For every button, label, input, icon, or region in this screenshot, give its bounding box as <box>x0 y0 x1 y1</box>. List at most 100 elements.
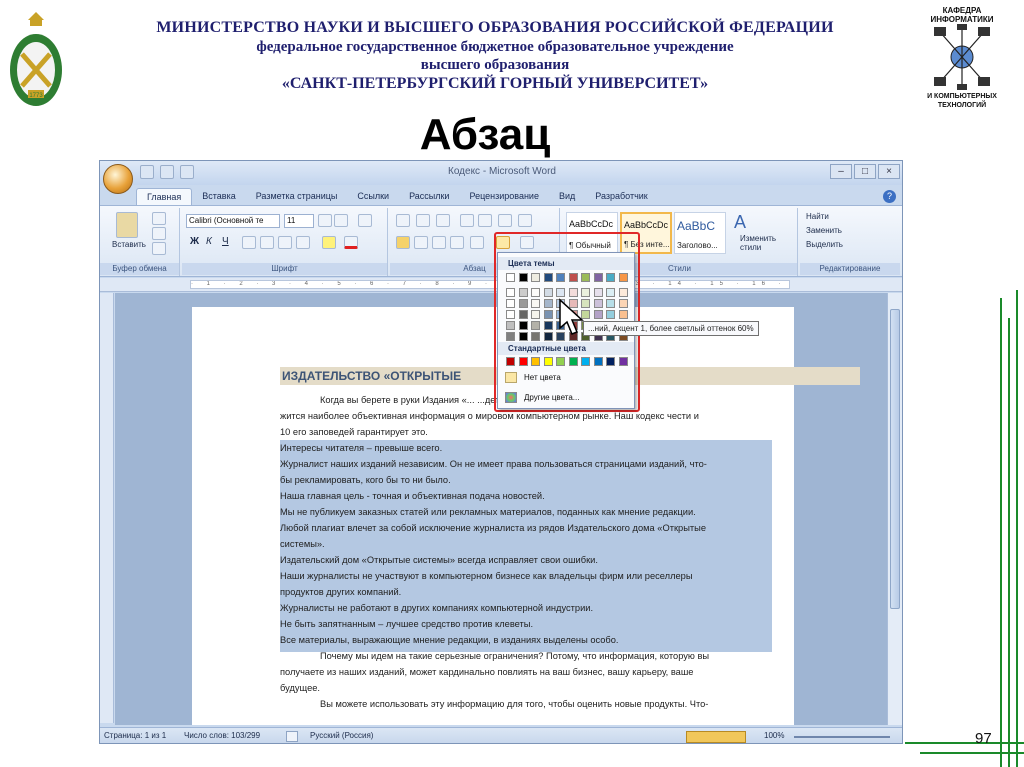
change-styles-button[interactable]: Изменить стили <box>740 234 792 252</box>
tab-insert[interactable]: Вставка <box>192 188 245 205</box>
theme-color-swatch[interactable] <box>618 273 628 282</box>
subscript-icon[interactable] <box>260 236 274 249</box>
clear-format-icon[interactable] <box>358 214 372 227</box>
theme-color-swatch[interactable] <box>618 288 628 297</box>
zoom-slider[interactable] <box>794 736 890 738</box>
font-color-icon[interactable] <box>344 236 358 249</box>
theme-color-swatch[interactable] <box>506 310 515 319</box>
no-color-item[interactable]: Нет цвета <box>502 369 630 386</box>
save-icon[interactable] <box>140 165 154 179</box>
theme-color-swatch[interactable] <box>543 310 553 319</box>
minimize-button[interactable]: – <box>830 164 852 179</box>
standard-color-swatch[interactable] <box>593 357 603 366</box>
theme-color-swatch[interactable] <box>518 310 528 319</box>
paste-icon[interactable] <box>116 212 138 238</box>
close-button[interactable]: × <box>878 164 900 179</box>
theme-color-swatch[interactable] <box>518 288 528 297</box>
theme-color-swatch[interactable] <box>506 332 515 341</box>
theme-color-swatch[interactable] <box>568 273 578 282</box>
theme-color-swatch[interactable] <box>606 273 615 282</box>
theme-color-swatch[interactable] <box>568 288 578 297</box>
theme-color-swatch[interactable] <box>531 321 540 330</box>
theme-color-swatch[interactable] <box>506 299 515 308</box>
standard-color-swatch[interactable] <box>531 357 540 366</box>
word-count[interactable]: Число слов: 103/299 <box>184 731 260 740</box>
strikethrough-icon[interactable] <box>242 236 256 249</box>
theme-color-swatch[interactable] <box>543 332 553 341</box>
office-button[interactable] <box>103 164 133 194</box>
maximize-button[interactable]: □ <box>854 164 876 179</box>
tab-page-layout[interactable]: Разметка страницы <box>246 188 348 205</box>
theme-color-swatch[interactable] <box>531 299 540 308</box>
line-spacing-icon[interactable] <box>470 236 484 249</box>
multilevel-list-icon[interactable] <box>436 214 450 227</box>
vertical-scrollbar[interactable] <box>887 293 902 725</box>
theme-color-swatch[interactable] <box>531 332 540 341</box>
theme-color-swatch[interactable] <box>506 321 515 330</box>
replace-button[interactable]: Заменить <box>806 226 842 235</box>
standard-color-swatch[interactable] <box>543 357 553 366</box>
tab-view[interactable]: Вид <box>549 188 585 205</box>
align-left-icon[interactable] <box>396 236 410 249</box>
grow-font-icon[interactable] <box>318 214 332 227</box>
format-painter-icon[interactable] <box>152 242 166 255</box>
italic-button[interactable]: К <box>206 236 212 247</box>
theme-color-swatch[interactable] <box>606 288 615 297</box>
sort-icon[interactable] <box>498 214 512 227</box>
tab-references[interactable]: Ссылки <box>347 188 399 205</box>
paste-button[interactable]: Вставить <box>112 240 146 249</box>
theme-color-swatch[interactable] <box>593 288 603 297</box>
justify-icon[interactable] <box>450 236 464 249</box>
view-buttons[interactable] <box>686 731 746 743</box>
theme-color-swatch[interactable] <box>506 273 515 282</box>
standard-color-swatch[interactable] <box>568 357 578 366</box>
theme-color-swatch[interactable] <box>518 273 528 282</box>
font-name-select[interactable]: Calibri (Основной те <box>186 214 280 228</box>
theme-color-swatch[interactable] <box>531 310 540 319</box>
standard-color-swatch[interactable] <box>518 357 528 366</box>
font-size-select[interactable]: 11 <box>284 214 314 228</box>
theme-color-swatch[interactable] <box>506 288 515 297</box>
standard-color-swatch[interactable] <box>556 357 565 366</box>
document-page[interactable]: ИЗДАТЕЛЬСТВО «ОТКРЫТЫЕ Когда вы берете в… <box>192 307 860 725</box>
scrollbar-thumb[interactable] <box>890 309 900 609</box>
change-case-icon[interactable] <box>296 236 310 249</box>
standard-color-swatch[interactable] <box>506 357 515 366</box>
language-status[interactable]: Русский (Россия) <box>310 731 373 740</box>
standard-color-swatch[interactable] <box>618 357 628 366</box>
theme-color-swatch[interactable] <box>531 288 540 297</box>
undo-icon[interactable] <box>160 165 174 179</box>
cut-icon[interactable] <box>152 212 166 225</box>
theme-color-swatch[interactable] <box>593 273 603 282</box>
spelling-icon[interactable] <box>286 731 298 742</box>
shrink-font-icon[interactable] <box>334 214 348 227</box>
theme-color-swatch[interactable] <box>618 310 628 319</box>
theme-color-swatch[interactable] <box>556 273 565 282</box>
select-button[interactable]: Выделить <box>806 240 843 249</box>
tab-mailings[interactable]: Рассылки <box>399 188 459 205</box>
standard-color-swatch[interactable] <box>606 357 615 366</box>
numbering-icon[interactable] <box>416 214 430 227</box>
superscript-icon[interactable] <box>278 236 292 249</box>
change-styles-icon[interactable]: A <box>734 212 746 233</box>
redo-icon[interactable] <box>180 165 194 179</box>
style-heading[interactable]: AaBbC Заголово... <box>674 212 726 254</box>
theme-color-swatch[interactable] <box>606 299 615 308</box>
zoom-level[interactable]: 100% <box>764 731 784 740</box>
theme-color-swatch[interactable] <box>518 332 528 341</box>
page-count[interactable]: Страница: 1 из 1 <box>104 731 166 740</box>
theme-color-swatch[interactable] <box>531 273 540 282</box>
theme-color-swatch[interactable] <box>543 299 553 308</box>
theme-color-swatch[interactable] <box>593 310 603 319</box>
increase-indent-icon[interactable] <box>478 214 492 227</box>
theme-color-swatch[interactable] <box>543 288 553 297</box>
align-center-icon[interactable] <box>414 236 428 249</box>
tab-developer[interactable]: Разработчик <box>585 188 657 205</box>
tab-home[interactable]: Главная <box>136 188 193 205</box>
bullets-icon[interactable] <box>396 214 410 227</box>
standard-color-swatch[interactable] <box>581 357 590 366</box>
bold-button[interactable]: Ж <box>190 236 199 247</box>
find-button[interactable]: Найти <box>806 212 829 221</box>
theme-color-swatch[interactable] <box>543 321 553 330</box>
help-icon[interactable]: ? <box>883 190 896 203</box>
